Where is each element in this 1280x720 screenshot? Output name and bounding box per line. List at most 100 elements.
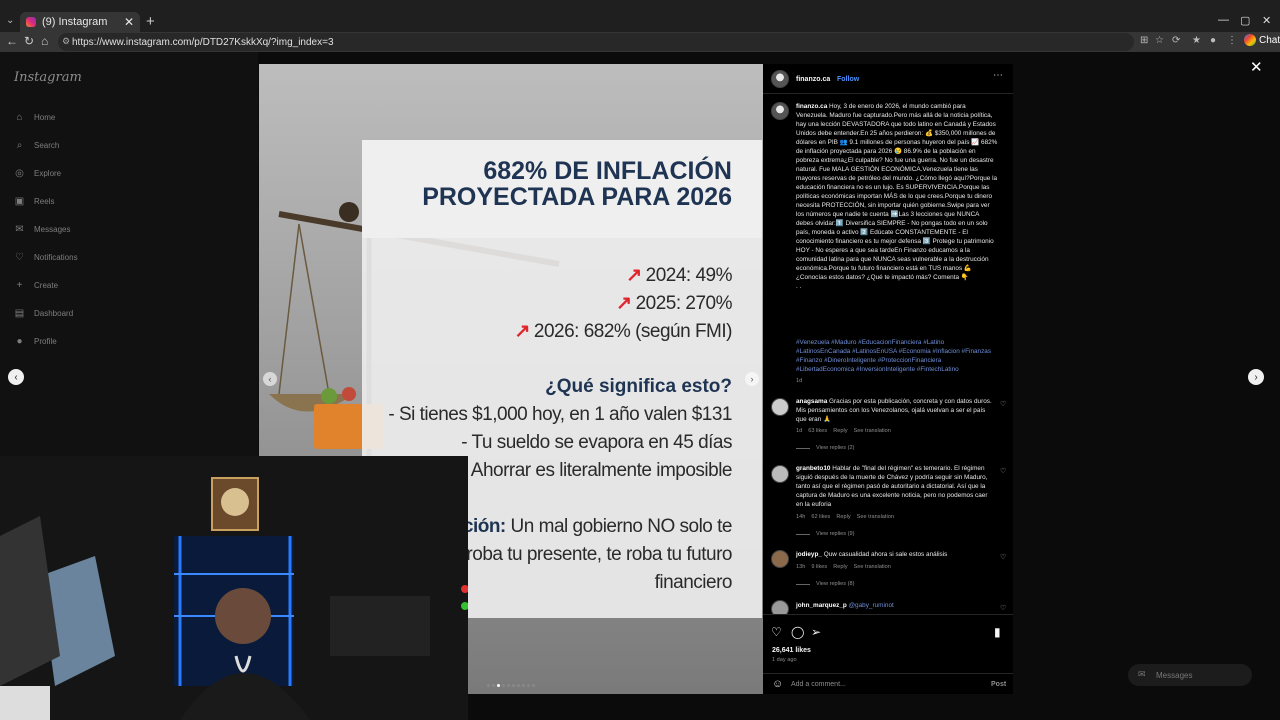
more-options-icon[interactable]: ⋯ (993, 70, 1003, 81)
sidebar-item-label: Profile (34, 337, 57, 346)
comment-icon[interactable]: ◯ (791, 625, 804, 639)
sidebar-item-profile[interactable]: ● Profile (14, 336, 57, 347)
carousel-prev-icon[interactable]: ‹ (263, 372, 277, 386)
carousel-dot (502, 684, 505, 687)
post-age: 1 day ago (772, 657, 797, 663)
add-comment-bar: ☺ Add a comment... Post (763, 673, 1013, 695)
sidebar-item-label: Notifications (34, 253, 78, 262)
comment-like-icon[interactable]: ♡ (1000, 467, 1006, 475)
messages-label: Messages (1156, 670, 1193, 680)
save-bookmark-icon[interactable]: ▮ (994, 625, 1001, 639)
home-icon: ⌂ (16, 112, 23, 123)
sidebar-item-search[interactable]: ⌕ Search (14, 140, 60, 151)
sidebar-item-home[interactable]: ⌂ Home (14, 112, 55, 123)
minimize-icon[interactable]: — (1218, 14, 1229, 26)
comment-item: anagsama Gracias por esta publicación, c… (796, 398, 992, 423)
slide-line: - Tu sueldo se evapora en 45 días (461, 432, 732, 453)
profile-avatar-icon[interactable]: ● (1210, 35, 1216, 46)
reload-icon[interactable]: ↻ (24, 34, 34, 48)
slide-conclusion-line: financiero (654, 572, 733, 593)
home-browser-icon[interactable]: ⌂ (41, 34, 48, 48)
view-replies-button[interactable]: View replies (2) (796, 445, 854, 451)
menu-dots-icon[interactable]: ⋮ (1227, 35, 1237, 46)
sidebar-item-label: Reels (34, 197, 55, 206)
bookmark-star-icon[interactable]: ☆ (1155, 35, 1164, 46)
extension-icon[interactable]: ⟳ (1172, 35, 1180, 46)
comment-item: granbeto10 Hablar de "final del régimen"… (796, 465, 988, 508)
window-close-icon[interactable]: ✕ (1262, 14, 1271, 27)
trend-up-icon: ↗ (514, 321, 530, 342)
sidebar-item-dashboard[interactable]: ▤ Dashboard (14, 308, 73, 319)
add-comment-input[interactable]: Add a comment... (791, 681, 846, 688)
slide-conclusion: ción: Un mal gobierno NO solo te (462, 516, 733, 537)
favorites-icon[interactable]: ★ (1192, 35, 1201, 46)
author-avatar[interactable] (771, 70, 789, 88)
comment-like-icon[interactable]: ♡ (1000, 604, 1006, 612)
likes-count[interactable]: 26,641 likes (772, 647, 811, 654)
caption-time: 1d (796, 378, 803, 384)
maximize-icon[interactable]: ▢ (1240, 14, 1250, 27)
stat-line: ↗ 2024: 49% (626, 265, 732, 286)
plus-icon: + (16, 280, 23, 291)
commenter-avatar[interactable] (771, 550, 789, 568)
author-username[interactable]: finanzo.ca (796, 76, 830, 83)
carousel-dot (512, 684, 515, 687)
commenter-avatar[interactable] (771, 398, 789, 416)
slide-question: ¿Qué significa esto? (545, 376, 732, 397)
sidebar-item-create[interactable]: + Create (14, 280, 58, 291)
view-replies-button[interactable]: View replies (9) (796, 531, 854, 537)
like-icon[interactable]: ♡ (771, 625, 782, 639)
comment-like-icon[interactable]: ♡ (1000, 553, 1006, 561)
site-info-icon[interactable]: ⚙ (62, 36, 70, 47)
avatar-icon: ● (16, 336, 23, 347)
caption-author[interactable]: finanzo.ca (796, 103, 827, 110)
caption-avatar[interactable] (771, 102, 789, 120)
post-comment-button[interactable]: Post (991, 681, 1006, 688)
browser-tab-strip: ⌄ (9) Instagram ✕ + — ▢ ✕ (0, 0, 1280, 32)
chat-label: Chat (1259, 34, 1280, 46)
webcam-overlay (0, 456, 468, 720)
emoji-icon[interactable]: ☺ (772, 678, 783, 690)
address-bar[interactable]: ⚙ https://www.instagram.com/p/DTD27KskkX… (58, 33, 1134, 51)
follow-button[interactable]: Follow (837, 76, 859, 83)
view-replies-button[interactable]: View replies (8) (796, 581, 854, 587)
trend-up-icon: ↗ (626, 265, 642, 286)
browser-tab-instagram[interactable]: (9) Instagram ✕ (20, 12, 140, 32)
post-header: finanzo.ca Follow ⋯ (763, 64, 1013, 94)
chat-button[interactable]: Chat (1244, 34, 1280, 46)
new-tab-icon[interactable]: + (146, 13, 155, 30)
close-modal-icon[interactable]: ✕ (1250, 58, 1263, 76)
share-icon[interactable]: ➢ (811, 625, 821, 639)
sidebar-item-label: Create (34, 281, 59, 290)
back-icon[interactable]: ← (6, 34, 18, 48)
post-details-panel: finanzo.ca Follow ⋯ finanzo.ca Hoy, 3 de… (763, 64, 1013, 694)
carousel-dot-active (497, 684, 500, 687)
previous-post-icon[interactable]: ‹ (8, 369, 24, 385)
carousel-dot (517, 684, 520, 687)
next-post-icon[interactable]: › (1248, 369, 1264, 385)
tab-search-icon[interactable]: ⌄ (6, 15, 14, 26)
sidebar-item-explore[interactable]: ◎ Explore (14, 168, 61, 179)
carousel-dot (527, 684, 530, 687)
sidebar-item-label: Dashboard (34, 309, 74, 318)
post-hashtags[interactable]: #Venezuela #Maduro #EducacionFinanciera … (796, 338, 998, 374)
tab-close-icon[interactable]: ✕ (124, 15, 134, 29)
commenter-avatar[interactable] (771, 465, 789, 483)
trend-up-icon: ↗ (616, 293, 632, 314)
slide-line: Ahorrar es literalmente imposible (470, 460, 733, 481)
sidebar-item-messages[interactable]: ✉ Messages (14, 224, 70, 235)
reels-icon: ▣ (14, 196, 25, 207)
post-caption: finanzo.ca Hoy, 3 de enero de 2026, el m… (796, 102, 998, 291)
sidebar-item-reels[interactable]: ▣ Reels (14, 196, 55, 207)
sidebar-item-label: Explore (34, 169, 62, 178)
sidebar-item-notifications[interactable]: ♡ Notifications (14, 252, 78, 263)
messages-floating-button[interactable]: ✉ Messages (1128, 664, 1252, 686)
comment-meta: 1d 63 likes Reply See translation (796, 428, 891, 434)
instagram-logo[interactable]: Instagram (14, 70, 82, 85)
heart-icon: ♡ (15, 252, 24, 263)
comment-like-icon[interactable]: ♡ (1000, 400, 1006, 408)
carousel-dot (532, 684, 535, 687)
carousel-next-icon[interactable]: › (745, 372, 759, 386)
install-app-icon[interactable]: ⊞ (1140, 35, 1148, 46)
dashboard-icon: ▤ (14, 308, 25, 319)
